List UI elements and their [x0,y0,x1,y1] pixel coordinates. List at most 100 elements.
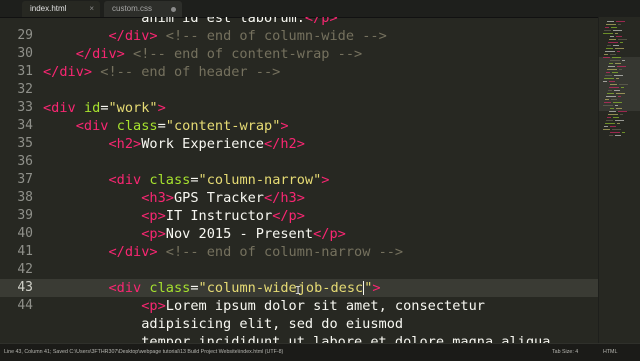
code-line[interactable]: 32 [0,81,598,99]
code-token: = [190,172,199,188]
code-line[interactable]: tempor incididunt ut labore et dolore ma… [0,333,598,343]
minimap-line [607,45,611,46]
code-line[interactable]: 44 <p>Lorem ipsum dolor sit amet, consec… [0,297,598,315]
minimap-line [606,24,616,25]
minimap-line [615,105,618,106]
minimap-line [616,21,625,22]
minimap-line [613,30,622,31]
status-bar: Line 43, Column 41; Saved C:\Users\3FTHR… [0,343,640,361]
minimap-line [609,87,619,88]
code-token: </p> [304,17,338,26]
line-number: 34 [17,118,33,133]
tab-custom-css[interactable]: custom.css [104,1,182,17]
minimap-line [615,120,624,121]
code-line[interactable]: 33 <div id="work"> [0,99,598,117]
minimap-line [610,54,616,55]
code-text: anim id est laborum.</p> [43,17,338,27]
code-line[interactable]: 40 <p>Nov 2015 - Present</p> [0,225,598,243]
minimap-line [609,81,615,82]
code-token: </div> [108,28,158,44]
code-token: GPS Tracker [173,190,264,206]
minimap-line [603,129,610,130]
minimap-line [610,132,620,133]
status-message: Line 43, Column 41; Saved C:\Users\3FTHR… [4,349,284,355]
syntax-indicator[interactable]: HTML [603,344,617,361]
code-line[interactable]: 34 <div class="content-wrap"> [0,117,598,135]
line-number: 32 [17,82,33,97]
minimap-line [611,99,617,100]
minimap-line [608,42,618,43]
code-token: <p> [141,226,166,242]
minimap-line [615,48,624,49]
minimap-line [606,72,610,73]
line-number: 31 [17,64,33,79]
minimap-line [620,114,623,115]
code-token: "column-narrow" [198,172,322,188]
code-token: IT Instructor [165,208,273,224]
minimap-line [612,57,621,58]
minimap[interactable] [598,17,640,343]
tab-index-html[interactable]: index.html × [22,1,100,17]
minimap-line [615,33,618,34]
minimap-line [608,90,612,91]
line-number: 36 [17,154,33,169]
code-line[interactable]: 36 [0,153,598,171]
code-token: </div> [43,64,93,80]
minimap-line [618,24,621,25]
tab-bar: index.html × custom.css [0,0,640,18]
minimap-line [611,27,617,28]
minimap-line [616,93,625,94]
minimap-line [620,42,623,43]
minimap-line [617,66,626,67]
line-number: 40 [17,226,33,241]
code-editor[interactable]: anim id est laborum.</p> 29 </div> <!-- e… [0,17,598,343]
close-icon[interactable]: × [89,1,94,17]
tab-size-indicator[interactable]: Tab Size: 4 [552,344,578,361]
code-token: job-desc [297,280,364,296]
code-token: <div [75,118,109,134]
code-line[interactable]: 39 <p>IT Instructor</p> [0,207,598,225]
line-number: 30 [17,46,33,61]
code-line[interactable]: 31 </div> <!-- end of header --> [0,63,598,81]
code-text: <div id="work"> [43,99,166,117]
code-text: </div> <!-- end of column-narrow --> [43,243,403,261]
minimap-line [603,81,607,82]
code-token: </p> [313,226,346,242]
code-token: = [157,118,166,134]
code-text: <h3>GPS Tracker</h3> [43,189,305,207]
dot-icon[interactable] [171,7,176,12]
line-number: 38 [17,190,33,205]
code-line[interactable]: 41 </div> <!-- end of column-narrow --> [0,243,598,261]
code-line[interactable]: 38 <h3>GPS Tracker</h3> [0,189,598,207]
minimap-line [613,117,619,118]
minimap-line [622,60,625,61]
code-token: = [190,280,199,296]
code-token: </h3> [264,190,305,206]
minimap-line [609,135,613,136]
code-text: <p>Nov 2015 - Present</p> [43,225,346,243]
code-token: Work Experience [141,136,264,152]
minimap-line [607,21,614,22]
code-line[interactable]: 42 [0,261,598,279]
minimap-line [607,117,611,118]
code-line[interactable]: 43 <div class="column-wideIjob-desc"> [0,279,598,297]
minimap-line [604,102,611,103]
code-line[interactable]: 29 </div> <!-- end of column-wide --> [0,27,598,45]
code-token: class [149,280,191,296]
minimap-line [622,132,625,133]
code-line[interactable]: anim id est laborum.</p> [0,17,598,27]
minimap-line [614,90,620,91]
code-line[interactable]: 35 <h2>Work Experience</h2> [0,135,598,153]
code-text: <p>Lorem ipsum dolor sit amet, consectet… [43,297,485,315]
code-token: class [116,118,158,134]
code-text: adipisicing elit, sed do eiusmod [43,315,403,333]
minimap-line [605,123,615,124]
code-line[interactable]: 37 <div class="column-narrow"> [0,171,598,189]
code-line[interactable]: 30 </div> <!-- end of content-wrap --> [0,45,598,63]
minimap-line [616,108,622,109]
code-line[interactable]: adipisicing elit, sed do eiusmod [0,315,598,333]
